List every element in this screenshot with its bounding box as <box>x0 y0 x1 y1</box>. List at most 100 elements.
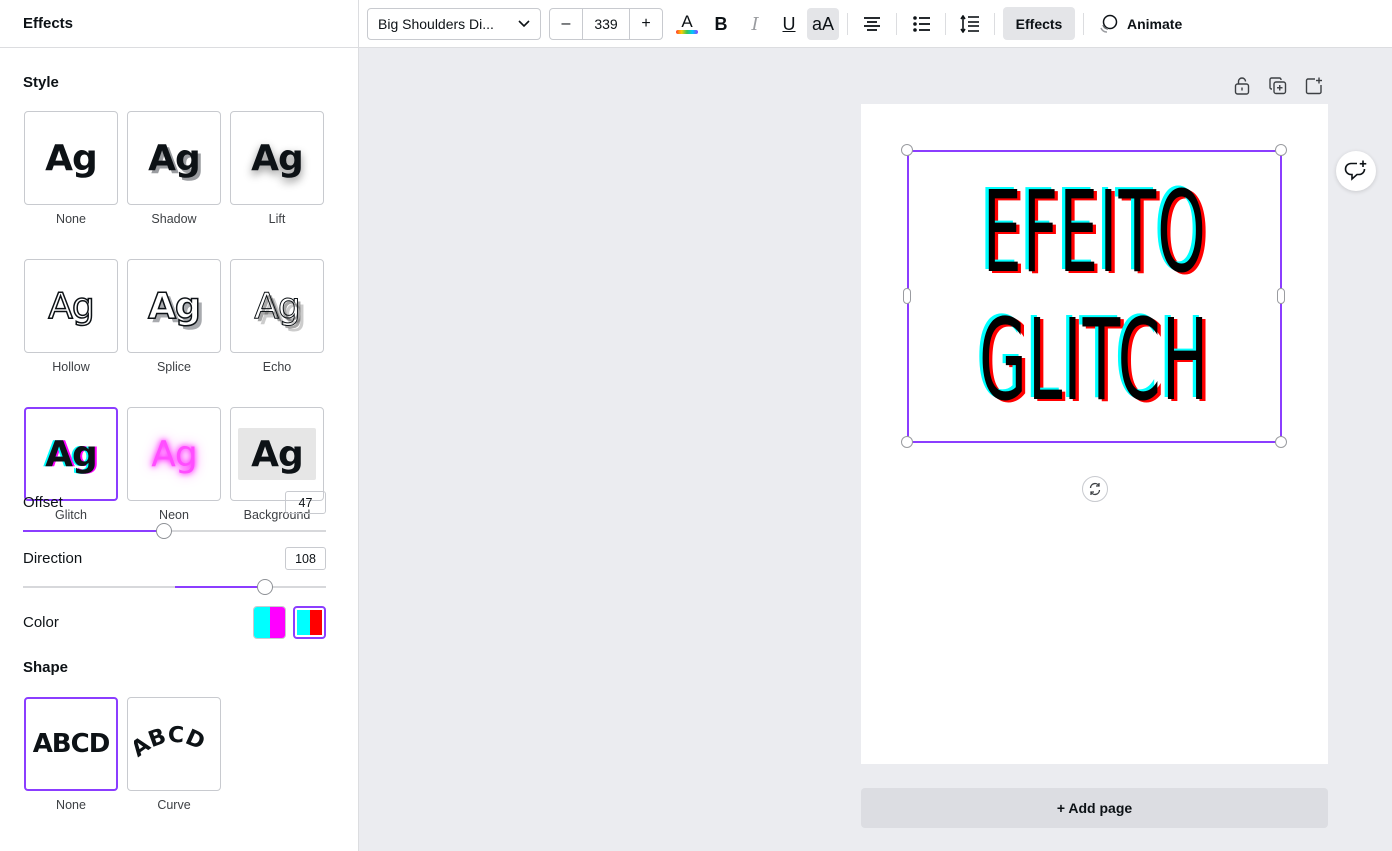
style-option-hollow[interactable]: Ag Hollow <box>24 259 118 374</box>
underline-button[interactable]: U <box>777 8 801 40</box>
animate-icon <box>1100 14 1118 33</box>
resize-handle-left[interactable] <box>903 288 911 304</box>
shape-preview: ABCD <box>32 729 111 759</box>
offset-label: Offset <box>23 494 63 511</box>
decrease-font-size-button[interactable]: – <box>550 9 582 39</box>
style-tile[interactable]: Ag <box>127 111 221 205</box>
style-tile[interactable]: Ag <box>230 407 324 501</box>
style-preview: Ag <box>251 433 304 475</box>
style-preview: Ag <box>45 137 98 179</box>
style-preview: Ag <box>251 137 304 179</box>
text-color-button[interactable]: A <box>675 8 699 40</box>
direction-input[interactable]: 108 <box>285 547 326 570</box>
line-spacing-icon <box>960 15 979 33</box>
resize-handle-bottom-right[interactable] <box>1275 436 1287 448</box>
font-family-select[interactable]: Big Shoulders Di... <box>367 8 541 40</box>
duplicate-page-button[interactable] <box>1267 75 1289 97</box>
font-size-stepper: – 339 + <box>549 8 663 40</box>
slider-fill <box>175 586 265 588</box>
style-tile[interactable]: Ag <box>24 259 118 353</box>
style-tile[interactable]: Ag <box>230 259 324 353</box>
resize-handle-right[interactable] <box>1277 288 1285 304</box>
letter-case-button[interactable]: aA <box>807 8 839 40</box>
font-family-value: Big Shoulders Di... <box>378 16 494 32</box>
style-label: Echo <box>262 360 292 374</box>
panel-title: Effects <box>0 0 358 48</box>
increase-font-size-button[interactable]: + <box>630 9 662 39</box>
shape-tile[interactable]: ABCD <box>127 697 221 791</box>
rotate-icon <box>1089 482 1101 496</box>
effects-panel: Effects Style Ag None Ag Shadow Ag Lift … <box>0 0 359 851</box>
swatch-color <box>309 609 322 635</box>
animate-button[interactable]: Animate <box>1097 7 1182 40</box>
toolbar-divider <box>1083 13 1084 35</box>
style-option-shadow[interactable]: Ag Shadow <box>127 111 221 226</box>
list-button[interactable] <box>909 8 935 40</box>
align-center-icon <box>864 17 880 31</box>
color-row: Color <box>23 605 326 639</box>
chevron-down-icon <box>518 20 530 28</box>
offset-slider-thumb[interactable] <box>156 523 172 539</box>
style-option-lift[interactable]: Ag Lift <box>230 111 324 226</box>
color-swatches <box>253 605 326 639</box>
color-swatch-cyan-red[interactable] <box>293 605 326 639</box>
toolbar-divider <box>994 13 995 35</box>
lock-icon <box>1234 77 1250 95</box>
style-preview: Ag <box>45 433 98 475</box>
rotate-handle[interactable] <box>1082 476 1108 502</box>
text-color-icon: A <box>681 12 693 31</box>
shape-tile-selected[interactable]: ABCD <box>24 697 118 791</box>
color-swatch-cyan-magenta[interactable] <box>253 605 286 639</box>
style-grid: Ag None Ag Shadow Ag Lift Ag Hollow Ag S… <box>24 111 324 522</box>
style-label: None <box>56 212 86 226</box>
direction-row: Direction 108 <box>23 547 326 570</box>
align-button[interactable] <box>859 8 885 40</box>
font-size-input[interactable]: 339 <box>582 9 630 39</box>
style-preview: Ag <box>148 137 201 179</box>
shape-option-curve[interactable]: ABCD Curve <box>127 697 221 812</box>
shape-label: Curve <box>157 798 191 812</box>
style-option-none[interactable]: Ag None <box>24 111 118 226</box>
add-comment-button[interactable] <box>1336 151 1376 191</box>
text-toolbar: Big Shoulders Di... – 339 + A B I U aA E… <box>359 0 1392 48</box>
bold-button[interactable]: B <box>709 8 733 40</box>
add-comment-icon <box>1344 160 1367 181</box>
style-tile[interactable]: Ag <box>24 111 118 205</box>
lock-page-button[interactable] <box>1231 75 1253 97</box>
curve-preview: ABCD <box>134 724 208 762</box>
style-tile[interactable]: Ag <box>127 259 221 353</box>
style-label: Shadow <box>151 212 197 226</box>
style-preview: Ag <box>47 285 95 328</box>
spacing-button[interactable] <box>957 8 983 40</box>
offset-slider[interactable] <box>23 523 326 539</box>
slider-fill <box>23 530 164 532</box>
italic-button[interactable]: I <box>743 8 767 40</box>
offset-input[interactable]: 47 <box>285 491 326 514</box>
style-option-echo[interactable]: Ag Echo <box>230 259 324 374</box>
effects-button[interactable]: Effects <box>1003 7 1075 40</box>
shape-section-title: Shape <box>23 659 69 676</box>
swatch-color <box>269 606 285 638</box>
style-tile[interactable]: Ag <box>127 407 221 501</box>
rainbow-bar <box>676 30 698 34</box>
duplicate-page-icon <box>1269 77 1287 95</box>
resize-handle-bottom-left[interactable] <box>901 436 913 448</box>
shape-option-none[interactable]: ABCD None <box>24 697 118 812</box>
style-preview: Ag <box>147 285 201 328</box>
resize-handle-top-right[interactable] <box>1275 144 1287 156</box>
direction-label: Direction <box>23 550 83 567</box>
toolbar-divider <box>896 13 897 35</box>
style-tile-selected[interactable]: Ag <box>24 407 118 501</box>
add-page-icon-button[interactable] <box>1303 75 1325 97</box>
color-label: Color <box>23 613 59 631</box>
direction-slider[interactable] <box>23 579 326 595</box>
svg-text:ABCD: ABCD <box>134 724 208 762</box>
direction-slider-thumb[interactable] <box>257 579 273 595</box>
resize-handle-top-left[interactable] <box>901 144 913 156</box>
offset-row: Offset 47 <box>23 491 326 514</box>
style-tile[interactable]: Ag <box>230 111 324 205</box>
add-page-button[interactable]: + Add page <box>861 788 1328 828</box>
style-preview: Ag <box>254 285 302 327</box>
style-option-splice[interactable]: Ag Splice <box>127 259 221 374</box>
swatch-color <box>254 606 270 638</box>
